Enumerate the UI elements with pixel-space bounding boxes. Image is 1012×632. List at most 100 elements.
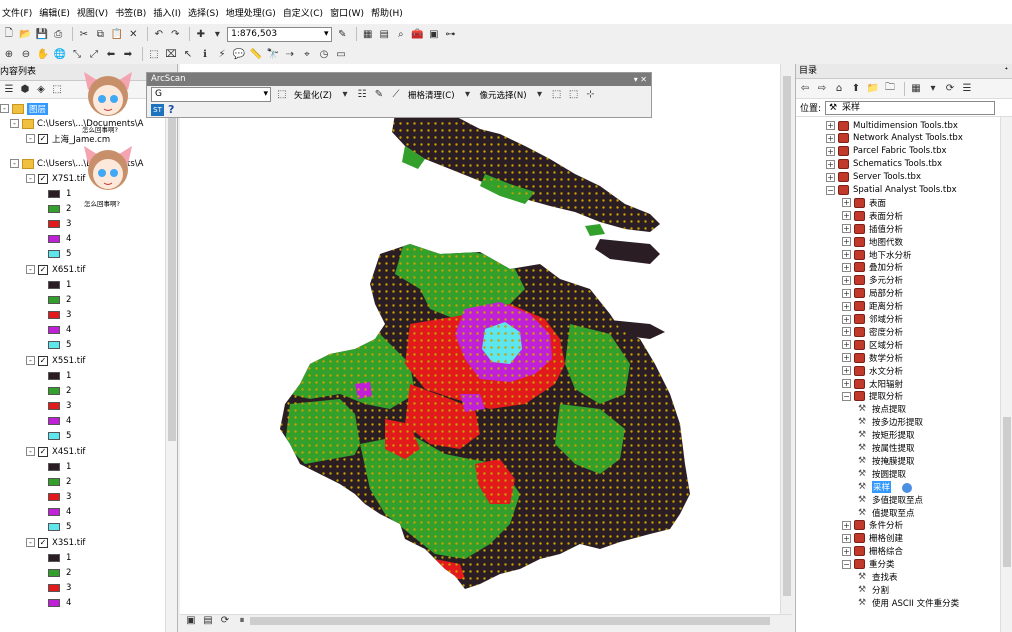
- expand-icon[interactable]: +: [842, 211, 851, 221]
- viewer-icon[interactable]: ▭: [334, 47, 348, 61]
- expand-icon[interactable]: -: [26, 174, 35, 183]
- cell-selection-icon[interactable]: ⊹: [584, 88, 598, 102]
- xy-icon[interactable]: ⌖: [300, 47, 314, 61]
- fixed-zoom-in-icon[interactable]: ⤡: [70, 47, 84, 61]
- toolbox-item[interactable]: + 密度分析: [842, 325, 903, 338]
- expand-icon[interactable]: −: [842, 559, 851, 569]
- close-icon[interactable]: ▾ ✕: [634, 73, 647, 86]
- menu-item-8[interactable]: 窗口(W): [330, 6, 371, 19]
- list-by-selection-icon[interactable]: ⬚: [50, 83, 64, 97]
- layer-checkbox[interactable]: ✓: [38, 133, 48, 144]
- tool-item[interactable]: ⚒ 值提取至点: [858, 506, 915, 519]
- toolbox-item[interactable]: + 太阳辐射: [842, 377, 903, 390]
- layer-checkbox[interactable]: ✓: [38, 355, 48, 366]
- trace-icon[interactable]: ⟋: [389, 88, 403, 102]
- back-extent-icon[interactable]: ⬅: [104, 47, 118, 61]
- expand-icon[interactable]: +: [826, 133, 835, 143]
- select-features-icon[interactable]: ⬚: [147, 47, 161, 61]
- expand-icon[interactable]: +: [826, 146, 835, 156]
- refresh-icon[interactable]: ⟳: [218, 614, 232, 628]
- expand-icon[interactable]: +: [842, 379, 851, 388]
- expand-icon[interactable]: -: [26, 356, 35, 365]
- time-slider-icon[interactable]: ◷: [317, 47, 331, 61]
- expand-icon[interactable]: +: [842, 275, 851, 285]
- tool-item[interactable]: ⚒ 按掩膜提取: [858, 454, 915, 467]
- vectorize-settings-icon[interactable]: ☷: [355, 88, 369, 102]
- toolbox-item[interactable]: + 地下水分析: [842, 248, 912, 261]
- home-icon[interactable]: ⌂: [832, 82, 846, 96]
- search-window-icon[interactable]: ⌕: [394, 27, 408, 41]
- tool-item[interactable]: ⚒ 多值提取至点: [858, 493, 923, 506]
- toolbox-item[interactable]: + Server Tools.tbx: [826, 171, 921, 184]
- toolbox-item[interactable]: + 局部分析: [842, 287, 903, 300]
- pixel-selection-menu[interactable]: 像元选择(N): [480, 89, 527, 101]
- toolbox-item[interactable]: + 水文分析: [842, 364, 903, 377]
- expand-icon[interactable]: +: [842, 314, 851, 324]
- expand-icon[interactable]: +: [842, 288, 851, 298]
- paste-icon[interactable]: 📋: [110, 27, 124, 41]
- menu-item-4[interactable]: 插入(I): [153, 6, 188, 19]
- catalog-scrollbar[interactable]: [1000, 117, 1012, 632]
- menu-item-7[interactable]: 自定义(C): [283, 6, 330, 19]
- route-icon[interactable]: ⇢: [283, 47, 297, 61]
- chevron-down-icon[interactable]: ▾: [338, 88, 352, 102]
- refresh-icon[interactable]: ⟳: [943, 82, 957, 96]
- tool-item[interactable]: ⚒ 按圆提取: [858, 467, 906, 480]
- toolbox-item[interactable]: + Multidimension Tools.tbx: [826, 119, 958, 132]
- catalog-icon[interactable]: ▤: [378, 27, 392, 41]
- finish-icon[interactable]: ⬚: [567, 88, 581, 102]
- toolbox-item[interactable]: + 数学分析: [842, 351, 903, 364]
- redo-icon[interactable]: ↷: [169, 27, 183, 41]
- expand-icon[interactable]: -: [26, 265, 35, 274]
- toolbox-item[interactable]: − Spatial Analyst Tools.tbx: [826, 184, 957, 197]
- model-builder-icon[interactable]: ⊶: [444, 27, 458, 41]
- toolbox-item[interactable]: + 叠加分析: [842, 261, 903, 274]
- toolbox-item[interactable]: + Parcel Fabric Tools.tbx: [826, 145, 947, 158]
- toolbox-item[interactable]: + 插值分析: [842, 222, 903, 235]
- expand-icon[interactable]: +: [842, 366, 851, 376]
- layer-checkbox[interactable]: ✓: [38, 173, 48, 184]
- toolbox-item[interactable]: + 邻域分析: [842, 313, 903, 326]
- open-icon[interactable]: 📂: [19, 27, 33, 41]
- toc-raster-4[interactable]: - ✓ X3S1.tif: [26, 535, 85, 550]
- toc-raster-0[interactable]: - ✓ X7S1.tif: [26, 171, 85, 186]
- toolbox-item[interactable]: + 地图代数: [842, 235, 903, 248]
- expand-icon[interactable]: +: [826, 172, 835, 182]
- toolbox-item[interactable]: + 栅格综合: [842, 545, 903, 558]
- vectorize-menu[interactable]: 矢量化(Z): [294, 89, 332, 101]
- expand-icon[interactable]: +: [842, 520, 851, 530]
- list-by-visibility-icon[interactable]: ◈: [34, 83, 48, 97]
- toc-layers-root[interactable]: - 图层: [0, 101, 49, 116]
- menu-item-2[interactable]: 视图(V): [77, 6, 115, 19]
- pencil-icon[interactable]: ✎: [372, 88, 386, 102]
- connect-folder-icon[interactable]: 📁: [866, 82, 880, 96]
- expand-icon[interactable]: +: [826, 159, 835, 169]
- expand-icon[interactable]: -: [26, 447, 35, 456]
- toc-scrollbar[interactable]: [165, 99, 177, 632]
- layer-checkbox[interactable]: ✓: [38, 446, 48, 457]
- toc-raster-3[interactable]: - ✓ X4S1.tif: [26, 444, 85, 459]
- zoom-in-icon[interactable]: ⊕: [2, 47, 16, 61]
- cut-icon[interactable]: ✂: [77, 27, 91, 41]
- identify-icon[interactable]: ℹ: [198, 47, 212, 61]
- data-view-icon[interactable]: ▣: [184, 614, 198, 628]
- python-icon[interactable]: ▣: [427, 27, 441, 41]
- expand-icon[interactable]: -: [10, 159, 19, 168]
- new-icon[interactable]: 🗋: [2, 27, 16, 41]
- options-icon[interactable]: ☰: [960, 82, 974, 96]
- st-icon[interactable]: ST: [151, 103, 164, 116]
- map-vertical-scrollbar[interactable]: [780, 64, 792, 614]
- select-connected-icon[interactable]: ⬚: [550, 88, 564, 102]
- expand-icon[interactable]: -: [26, 134, 35, 143]
- full-extent-icon[interactable]: 🌐: [53, 47, 67, 61]
- save-icon[interactable]: 💾: [35, 27, 49, 41]
- find-icon[interactable]: 🔭: [266, 47, 280, 61]
- print-icon[interactable]: ⎙: [52, 27, 66, 41]
- menu-item-5[interactable]: 选择(S): [188, 6, 226, 19]
- expand-icon[interactable]: +: [842, 301, 851, 311]
- layer-checkbox[interactable]: ✓: [38, 537, 48, 548]
- tool-item[interactable]: ⚒ 查找表: [858, 571, 898, 584]
- toc-raster-2[interactable]: - ✓ X5S1.tif: [26, 353, 85, 368]
- expand-icon[interactable]: +: [842, 198, 851, 208]
- help-icon[interactable]: ?: [168, 103, 174, 116]
